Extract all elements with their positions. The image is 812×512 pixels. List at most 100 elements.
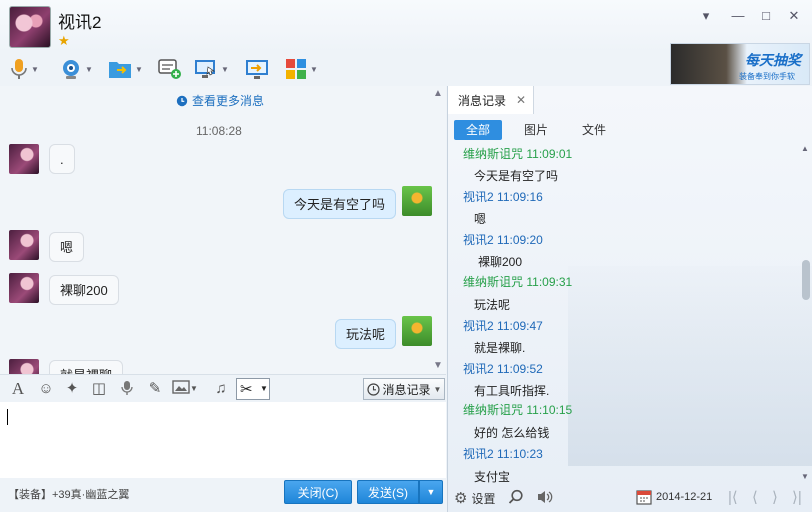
voice-message-icon[interactable] [117,380,137,398]
search-icon [508,489,523,504]
contact-avatar[interactable] [9,6,51,48]
history-entry-header: 视讯2 11:10:23 [463,447,543,461]
history-entry-text: 玩法呢 [474,298,511,312]
ad-subtitle: 装备奉到你手软 [739,72,795,81]
close-window-button[interactable]: ✕ [784,8,804,26]
filter-files[interactable]: 文件 [570,120,618,140]
ad-text-link[interactable]: 【装备】+39真·幽蓝之翼 [8,486,129,502]
filter-images[interactable]: 图片 [512,120,560,140]
chevron-down-icon: ▼ [433,384,442,394]
filter-all[interactable]: 全部 [454,120,503,140]
history-entry-text: 裸聊200 [478,255,523,269]
next-page-icon[interactable]: ⟩ [772,488,778,506]
history-entry-text: 嗯 [474,212,487,226]
avatar[interactable] [402,186,432,216]
history-entry-text: 就是裸聊. [474,341,526,355]
settings-button[interactable]: ⚙ 设置 [454,489,495,507]
text-cursor [7,409,8,425]
scroll-down-icon[interactable]: ▼ [433,360,443,371]
chat-toolbar: ▼ ▼ ▼ ▼ ▼ [0,52,660,84]
send-button[interactable]: 发送(S) [357,480,419,504]
history-footer: ⚙ 设置 2014-12-21 |⟨ ⟨ ⟩ ⟩| [448,484,812,512]
scissors-icon: ✂ [240,381,253,398]
scroll-up-icon[interactable]: ▲ [433,88,443,99]
history-scrollbar[interactable]: ▲ ▼ [799,144,812,484]
avatar[interactable] [9,144,39,174]
microphone-icon [11,59,27,79]
tab-label: 消息记录 [458,93,507,108]
chevron-down-icon[interactable]: ▾ [696,8,716,26]
message-history-button[interactable]: 消息记录 ▼ [363,378,445,400]
settings-label: 设置 [471,491,496,506]
gear-icon: ⚙ [454,490,468,507]
scrollbar-thumb[interactable] [802,260,810,300]
font-icon[interactable]: A [8,380,28,398]
shake-window-icon[interactable]: ◫ [89,380,109,398]
more-messages-link[interactable]: 查看更多消息 [176,92,264,109]
share-screen-button[interactable] [245,56,269,82]
image-icon[interactable]: ▼ [172,380,204,398]
scroll-down-icon[interactable]: ▼ [801,472,809,481]
chevron-down-icon: ▼ [260,384,268,393]
magic-wand-icon[interactable]: ✦ [62,380,82,398]
first-page-icon[interactable]: |⟨ [728,488,738,506]
remote-desktop-button[interactable]: ▼ [194,56,229,82]
close-button[interactable]: 关闭(C) [284,480,352,504]
clock-icon [176,95,188,106]
tab-message-history[interactable]: 消息记录 ✕ [448,86,534,114]
avatar[interactable] [9,273,39,303]
message-area[interactable]: 查看更多消息 ▲ 11:08:28 . 今天是有空了吗 嗯 裸聊200 玩法呢 … [0,86,446,374]
history-entry-text: 今天是有空了吗 [474,169,559,183]
history-entry-header: 视讯2 11:09:20 [463,233,543,247]
avatar[interactable] [9,230,39,260]
edit-icon[interactable]: ✎ [145,380,165,398]
more-messages-label: 查看更多消息 [192,94,265,108]
star-icon: ★ [58,33,70,48]
date-picker[interactable]: 2014-12-21 [636,489,712,505]
history-list[interactable]: 维纳斯诅咒 11:09:01 今天是有空了吗 视讯2 11:09:16 嗯 视讯… [448,144,800,484]
send-file-button[interactable]: ▼ [108,56,143,82]
message-bubble: 今天是有空了吗 [283,189,397,219]
chevron-down-icon: ▼ [135,64,143,74]
window-title: 视讯2 [58,13,102,32]
history-filters: 全部 图片 文件 [454,120,628,140]
voice-call-button[interactable]: ▼ [10,56,39,82]
minimize-button[interactable]: — [728,8,748,26]
chevron-down-icon: ▼ [426,487,436,497]
chevron-down-icon: ▼ [31,64,39,74]
history-entry-text: 好的 怎么给钱 [474,426,550,440]
send-options-button[interactable]: ▼ [419,480,443,504]
message-bubble: 玩法呢 [335,319,397,349]
bottom-bar: 【装备】+39真·幽蓝之翼 关闭(C) 发送(S) ▼ [0,478,446,512]
chevron-down-icon: ▼ [190,384,198,393]
ad-title: 每天抽奖 [745,52,801,68]
close-icon[interactable]: ✕ [516,93,526,107]
speaker-icon [538,491,553,503]
last-page-icon[interactable]: ⟩| [792,488,802,506]
message-bubble: . [49,144,75,174]
scroll-up-icon[interactable]: ▲ [801,144,809,153]
history-entry-header: 维纳斯诅咒 11:09:31 [463,275,573,289]
history-date: 2014-12-21 [656,491,713,503]
previous-page-icon[interactable]: ⟨ [752,488,758,506]
group-chat-button[interactable] [158,56,182,82]
avatar[interactable] [9,359,39,374]
chevron-down-icon: ▼ [85,64,93,74]
avatar[interactable] [402,316,432,346]
maximize-button[interactable]: □ [756,8,776,26]
calendar-icon [636,490,652,505]
folder-icon [109,62,131,78]
emoji-icon[interactable]: ☺ [36,380,56,398]
history-entry-header: 视讯2 11:09:52 [463,362,543,376]
ad-banner[interactable]: 每天抽奖 装备奉到你手软 [670,43,810,85]
history-entry-header: 视讯2 11:09:16 [463,190,543,204]
video-call-button[interactable]: ▼ [60,56,93,82]
music-icon[interactable]: ♫ [211,380,231,398]
message-input[interactable] [0,402,446,478]
search-button[interactable] [508,489,524,505]
apps-button[interactable]: ▼ [285,56,318,82]
screenshot-button[interactable]: ✂ ▼ [236,378,270,400]
sound-button[interactable] [536,489,554,505]
chat-add-icon [158,59,181,79]
microphone-icon [121,381,133,395]
